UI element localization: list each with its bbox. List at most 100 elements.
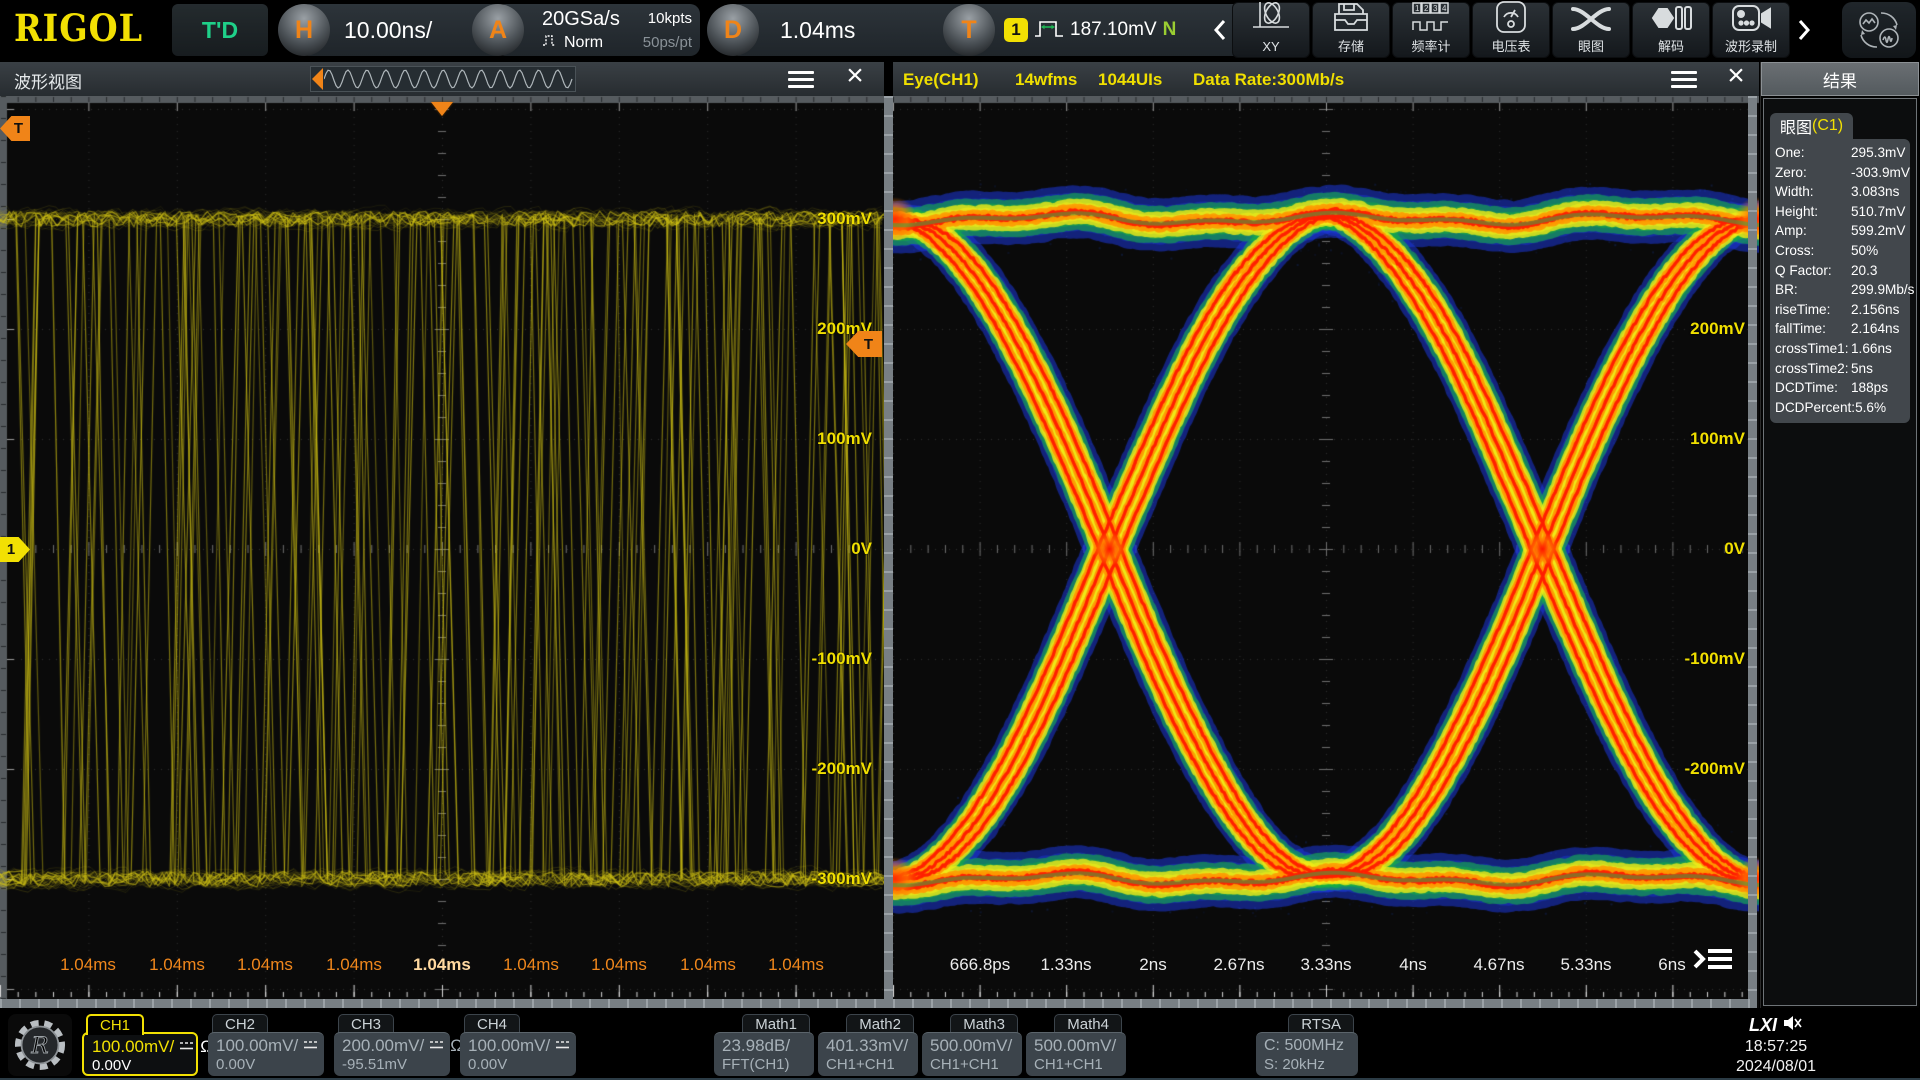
result-label: DCDPercent: xyxy=(1775,399,1856,415)
math-box-math4[interactable]: Math4 500.00mV/CH1+CH1 xyxy=(1026,1014,1126,1076)
toolbar-label-eye: 眼图 xyxy=(1577,39,1604,54)
toolbar-button-record[interactable]: 波形录制 xyxy=(1712,2,1790,58)
waveform-graticule[interactable] xyxy=(0,96,884,1008)
status-block: LXI 18:57:25 2024/08/01 xyxy=(1640,1014,1912,1076)
toolbar-button-voltmeter[interactable]: 电压表 xyxy=(1472,1,1550,58)
wave-t-label: 1.04ms xyxy=(768,955,824,974)
channel-box-ch2[interactable]: CH2 100.00mV/0.00V xyxy=(208,1014,324,1076)
toolbar-button-storage[interactable]: 存储 xyxy=(1312,2,1390,58)
trigger-pulse-icon xyxy=(1034,16,1064,45)
eye-t-label: 2ns xyxy=(1139,955,1167,974)
waveform-panel-header: 波形视图 × xyxy=(0,59,884,97)
eye-uis-count: 1044UIs xyxy=(1098,70,1163,89)
rigol-gear-logo[interactable]: R xyxy=(8,1014,72,1076)
result-label: One: xyxy=(1775,145,1805,160)
eye-menu-icon[interactable] xyxy=(1671,71,1697,88)
rigol-logo: RIGOL xyxy=(14,6,144,50)
toolbar-button-xy[interactable]: XY xyxy=(1232,2,1310,58)
channel-box-ch3[interactable]: CH3 200.00mV/Ω -95.51mV xyxy=(334,1014,463,1076)
toolbar-scroll-left[interactable] xyxy=(1212,18,1232,42)
channel-box-ch1[interactable]: CH1 100.00mV/Ω 0.00V xyxy=(82,1014,213,1076)
eye-v-label: -200mV xyxy=(1684,759,1745,778)
math-tab-math4[interactable]: Math4 xyxy=(1054,1014,1122,1034)
wave-v-label: -300mV xyxy=(811,869,872,888)
trigger-level: 187.10mV xyxy=(1070,19,1157,40)
result-value: 299.9Mb/s xyxy=(1851,282,1915,298)
result-label: DCDTime: xyxy=(1775,380,1838,396)
math-body: 500.00mV/CH1+CH1 xyxy=(922,1032,1022,1076)
frequency-counter-icon: 1234 xyxy=(1409,0,1453,40)
trigger-readout[interactable]: 1 187.10mV N xyxy=(966,4,1246,56)
channel-box-ch4[interactable]: CH4 100.00mV/0.00V xyxy=(460,1014,576,1076)
math-tab-math1[interactable]: Math1 xyxy=(742,1014,810,1034)
math-source: CH1+CH1 xyxy=(930,1056,999,1073)
decode-icon xyxy=(1649,2,1693,40)
trigger-source-badge: 1 xyxy=(1004,18,1028,42)
bottom-ruler[interactable] xyxy=(0,999,1757,1008)
result-row: crossTime2: 5ns xyxy=(1770,359,1910,379)
eye-title: Eye(CH1) xyxy=(903,70,979,89)
channel-scale-line: 100.00mV/ xyxy=(468,1036,570,1056)
waveform-menu-icon[interactable] xyxy=(788,71,814,88)
rtsa-center-freq: C: 500MHz xyxy=(1264,1037,1345,1054)
wave-t-label: 1.04ms xyxy=(503,955,559,974)
acquire-readout[interactable]: 20GSa/s 10kpts Norm 50ps/pt xyxy=(496,4,700,56)
screen-switch-button[interactable] xyxy=(1842,2,1916,58)
eye-bottom-menu-icon[interactable] xyxy=(1691,944,1735,974)
toolbar-button-decode[interactable]: 解码 xyxy=(1632,2,1710,58)
channel-tab-ch3[interactable]: CH3 xyxy=(338,1014,395,1034)
channel-tab-ch2[interactable]: CH2 xyxy=(212,1014,269,1034)
sample-rate: 20GSa/s xyxy=(542,8,620,30)
channel-body: 100.00mV/0.00V xyxy=(208,1032,324,1076)
eye-diagram-graticule[interactable] xyxy=(893,96,1759,1008)
clock-time: 18:57:25 xyxy=(1744,1037,1808,1055)
toolbar-button-counter[interactable]: 1 2 3 4 频率计 xyxy=(1392,2,1470,58)
toolbar-button-eye[interactable]: 眼图 xyxy=(1552,2,1630,58)
channel-tab-ch1[interactable]: CH1 xyxy=(86,1014,145,1035)
eye-close-icon[interactable]: × xyxy=(1723,59,1749,92)
math-tab-math2[interactable]: Math2 xyxy=(846,1014,914,1034)
svg-text:1: 1 xyxy=(1415,4,1420,13)
wave-v-label: -100mV xyxy=(811,649,872,668)
channel-tab-ch4[interactable]: CH4 xyxy=(464,1014,521,1034)
svg-text:2: 2 xyxy=(1424,4,1429,13)
result-row: Cross: 50% xyxy=(1770,241,1910,261)
result-row: Zero: -303.9mV xyxy=(1770,163,1910,183)
trigger-position-triangle[interactable] xyxy=(431,102,453,116)
toolbar-scroll-right[interactable] xyxy=(1796,18,1816,42)
dc-coupling-icon xyxy=(303,1036,319,1056)
result-row: riseTime: 2.156ns xyxy=(1770,300,1910,320)
eye-t-label: 4.67ns xyxy=(1473,955,1525,974)
math-box-math2[interactable]: Math2 401.33mV/CH1+CH1 xyxy=(818,1014,918,1076)
rtsa-box[interactable]: RTSA C: 500MHz S: 20kHz xyxy=(1256,1014,1358,1076)
svg-text:4: 4 xyxy=(1442,4,1447,13)
eye-v-label: 100mV xyxy=(1690,429,1745,448)
horizontal-position-strip[interactable] xyxy=(310,66,576,92)
math-box-math1[interactable]: Math1 23.98dB/FFT(CH1) xyxy=(714,1014,814,1076)
trigger-status-badge[interactable]: T'D xyxy=(172,4,268,56)
toolbar-label-counter: 频率计 xyxy=(1411,39,1451,54)
trigger-knob[interactable]: T xyxy=(943,4,995,56)
horizontal-knob[interactable]: H xyxy=(278,4,330,56)
channel-offset: 0.00V xyxy=(468,1056,508,1073)
channel-scale-line: 100.00mV/Ω xyxy=(92,1037,213,1057)
channel-scale: 100.00mV/ xyxy=(92,1037,175,1056)
result-value: 5.6% xyxy=(1855,399,1887,415)
result-label: crossTime2: xyxy=(1775,360,1849,376)
result-value: -303.9mV xyxy=(1851,164,1910,180)
svg-text:3: 3 xyxy=(1433,4,1438,13)
acquire-knob[interactable]: A xyxy=(472,4,524,56)
result-label: Amp: xyxy=(1775,223,1807,239)
result-row: DCDPercent: 5.6% xyxy=(1770,398,1910,418)
wave-t-label: 1.04ms xyxy=(680,955,736,974)
panel-divider-ruler[interactable] xyxy=(884,96,893,1008)
nav-sine-preview xyxy=(324,69,573,89)
waveform-close-icon[interactable]: × xyxy=(842,59,868,92)
rtsa-tab[interactable]: RTSA xyxy=(1288,1014,1354,1034)
math-scale: 500.00mV/ xyxy=(930,1036,1013,1055)
delay-knob[interactable]: D xyxy=(707,4,759,56)
results-tab-eye-c1[interactable]: 眼图 (C1) xyxy=(1770,113,1854,139)
math-tab-math3[interactable]: Math3 xyxy=(950,1014,1018,1034)
math-box-math3[interactable]: Math3 500.00mV/CH1+CH1 xyxy=(922,1014,1022,1076)
eye-right-ruler[interactable] xyxy=(1748,96,1757,1008)
